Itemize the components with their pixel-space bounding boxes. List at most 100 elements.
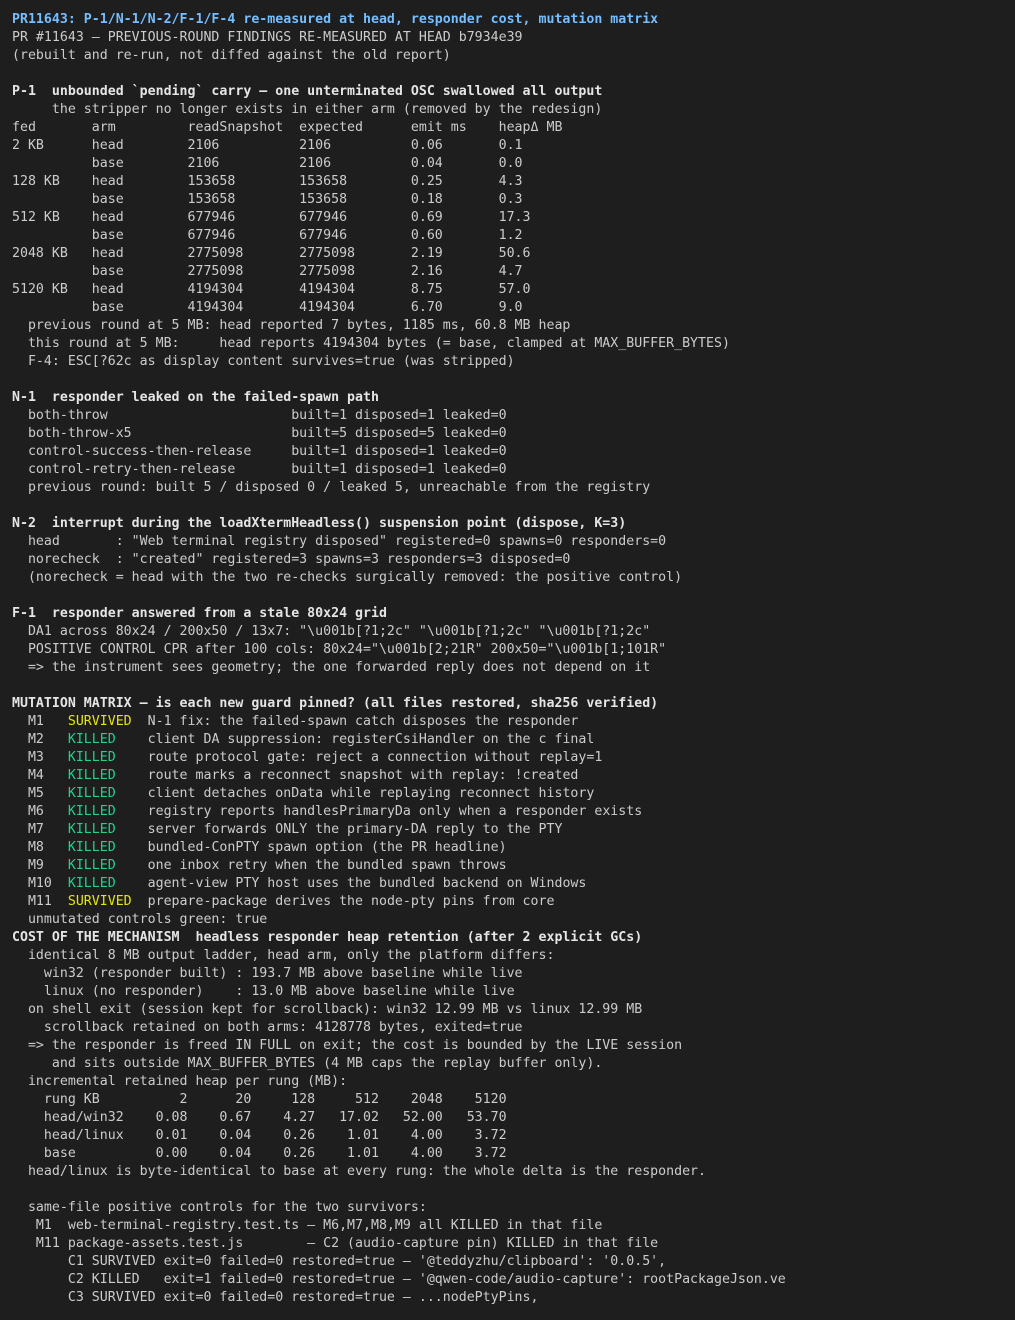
terminal-line: both-throw-x5 built=5 disposed=5 leaked=… bbox=[12, 425, 1012, 443]
terminal-line: M10 KILLED agent-view PTY host uses the … bbox=[12, 875, 1012, 893]
terminal-line: incremental retained heap per rung (MB): bbox=[12, 1073, 1012, 1091]
terminal-line: control-success-then-release built=1 dis… bbox=[12, 443, 1012, 461]
line-text: client DA suppression: registerCsiHandle… bbox=[131, 732, 595, 747]
terminal-line: M11 package-assets.test.js — C2 (audio-c… bbox=[12, 1235, 1012, 1253]
terminal-line: M4 KILLED route marks a reconnect snapsh… bbox=[12, 767, 1012, 785]
line-text: registry reports handlesPrimaryDa only w… bbox=[131, 804, 643, 819]
line-text: head : "Web terminal registry disposed" … bbox=[12, 534, 667, 549]
section-heading: COST OF THE MECHANISM headless responder… bbox=[12, 930, 643, 945]
line-text: PR #11643 — PREVIOUS-ROUND FINDINGS RE-M… bbox=[12, 30, 523, 45]
line-text: scrollback retained on both arms: 412877… bbox=[12, 1020, 523, 1035]
terminal-line: P-1 unbounded `pending` carry — one unte… bbox=[12, 83, 1012, 101]
line-text: M1 bbox=[12, 714, 68, 729]
terminal-line: previous round: built 5 / disposed 0 / l… bbox=[12, 479, 1012, 497]
status-killed: KILLED bbox=[67, 822, 132, 837]
terminal-line: M7 KILLED server forwards ONLY the prima… bbox=[12, 821, 1012, 839]
terminal-line: C1 SURVIVED exit=0 failed=0 restored=tru… bbox=[12, 1253, 1012, 1271]
line-text: identical 8 MB output ladder, head arm, … bbox=[12, 948, 555, 963]
line-text: M7 bbox=[12, 822, 68, 837]
terminal-line: M6 KILLED registry reports handlesPrimar… bbox=[12, 803, 1012, 821]
line-text: previous round: built 5 / disposed 0 / l… bbox=[12, 480, 651, 495]
section-heading: P-1 unbounded `pending` carry — one unte… bbox=[12, 84, 603, 99]
status-killed: KILLED bbox=[67, 768, 132, 783]
terminal-line: norecheck : "created" registered=3 spawn… bbox=[12, 551, 1012, 569]
section-heading: F-1 responder answered from a stale 80x2… bbox=[12, 606, 387, 621]
line-text: win32 (responder built) : 193.7 MB above… bbox=[12, 966, 523, 981]
line-text: on shell exit (session kept for scrollba… bbox=[12, 1002, 643, 1017]
line-text: prepare-package derives the node-pty pin… bbox=[131, 894, 555, 909]
line-text: M11 bbox=[12, 894, 68, 909]
line-text: 5120 KB head 4194304 4194304 8.75 57.0 bbox=[12, 282, 531, 297]
terminal-line: M3 KILLED route protocol gate: reject a … bbox=[12, 749, 1012, 767]
line-text: M8 bbox=[12, 840, 68, 855]
status-killed: KILLED bbox=[67, 750, 132, 765]
terminal-line: => the instrument sees geometry; the one… bbox=[12, 659, 1012, 677]
terminal-line: rung KB 2 20 128 512 2048 5120 bbox=[12, 1091, 1012, 1109]
terminal-line: base 2775098 2775098 2.16 4.7 bbox=[12, 263, 1012, 281]
line-text: DA1 across 80x24 / 200x50 / 13x7: "\u001… bbox=[12, 624, 651, 639]
line-text: client detaches onData while replaying r… bbox=[131, 786, 595, 801]
terminal-line: head : "Web terminal registry disposed" … bbox=[12, 533, 1012, 551]
status-killed: KILLED bbox=[67, 732, 132, 747]
status-killed: KILLED bbox=[67, 876, 132, 891]
line-text: M10 bbox=[12, 876, 68, 891]
line-text: C3 SURVIVED exit=0 failed=0 restored=tru… bbox=[12, 1290, 539, 1305]
terminal-line: base 4194304 4194304 6.70 9.0 bbox=[12, 299, 1012, 317]
line-text: rung KB 2 20 128 512 2048 5120 bbox=[12, 1092, 507, 1107]
terminal-line: this round at 5 MB: head reports 4194304… bbox=[12, 335, 1012, 353]
line-text: C1 SURVIVED exit=0 failed=0 restored=tru… bbox=[12, 1254, 667, 1269]
terminal-line: POSITIVE CONTROL CPR after 100 cols: 80x… bbox=[12, 641, 1012, 659]
terminal-line: linux (no responder) : 13.0 MB above bas… bbox=[12, 983, 1012, 1001]
terminal-line: PR11643: P-1/N-1/N-2/F-1/F-4 re-measured… bbox=[12, 11, 1012, 29]
line-text: this round at 5 MB: head reports 4194304… bbox=[12, 336, 730, 351]
terminal-line: M1 web-terminal-registry.test.ts — M6,M7… bbox=[12, 1217, 1012, 1235]
line-text: 512 KB head 677946 677946 0.69 17.3 bbox=[12, 210, 531, 225]
terminal-line: control-retry-then-release built=1 dispo… bbox=[12, 461, 1012, 479]
terminal-line: unmutated controls green: true bbox=[12, 911, 1012, 929]
line-text: M6 bbox=[12, 804, 68, 819]
terminal-line: 512 KB head 677946 677946 0.69 17.3 bbox=[12, 209, 1012, 227]
terminal-line: (rebuilt and re-run, not diffed against … bbox=[12, 47, 1012, 65]
terminal-line: M8 KILLED bundled-ConPTY spawn option (t… bbox=[12, 839, 1012, 857]
terminal-line: and sits outside MAX_BUFFER_BYTES (4 MB … bbox=[12, 1055, 1012, 1073]
line-text: both-throw-x5 built=5 disposed=5 leaked=… bbox=[12, 426, 507, 441]
line-text: and sits outside MAX_BUFFER_BYTES (4 MB … bbox=[12, 1056, 603, 1071]
terminal-line: COST OF THE MECHANISM headless responder… bbox=[12, 929, 1012, 947]
line-text: linux (no responder) : 13.0 MB above bas… bbox=[12, 984, 515, 999]
line-text: => the responder is freed IN FULL on exi… bbox=[12, 1038, 683, 1053]
line-text: base 0.00 0.04 0.26 1.01 4.00 3.72 bbox=[12, 1146, 507, 1161]
terminal-line: N-2 interrupt during the loadXtermHeadle… bbox=[12, 515, 1012, 533]
line-text: (rebuilt and re-run, not diffed against … bbox=[12, 48, 451, 63]
report-title: PR11643: P-1/N-1/N-2/F-1/F-4 re-measured… bbox=[12, 12, 659, 27]
terminal-line: both-throw built=1 disposed=1 leaked=0 bbox=[12, 407, 1012, 425]
terminal-line: M5 KILLED client detaches onData while r… bbox=[12, 785, 1012, 803]
line-text: both-throw built=1 disposed=1 leaked=0 bbox=[12, 408, 507, 423]
line-text: the stripper no longer exists in either … bbox=[12, 102, 603, 117]
terminal-output[interactable]: PR11643: P-1/N-1/N-2/F-1/F-4 re-measured… bbox=[12, 11, 1012, 1307]
line-text: same-file positive controls for the two … bbox=[12, 1200, 427, 1215]
line-text: 128 KB head 153658 153658 0.25 4.3 bbox=[12, 174, 523, 189]
terminal-line: C3 SURVIVED exit=0 failed=0 restored=tru… bbox=[12, 1289, 1012, 1307]
line-text: F-4: ESC[?62c as display content survive… bbox=[12, 354, 515, 369]
line-text: POSITIVE CONTROL CPR after 100 cols: 80x… bbox=[12, 642, 667, 657]
line-text: M5 bbox=[12, 786, 68, 801]
terminal-line: head/linux 0.01 0.04 0.26 1.01 4.00 3.72 bbox=[12, 1127, 1012, 1145]
line-text: C2 KILLED exit=1 failed=0 restored=true … bbox=[12, 1272, 786, 1287]
line-text: previous round at 5 MB: head reported 7 … bbox=[12, 318, 571, 333]
line-text: control-retry-then-release built=1 dispo… bbox=[12, 462, 507, 477]
terminal-line: head/win32 0.08 0.67 4.27 17.02 52.00 53… bbox=[12, 1109, 1012, 1127]
line-text: base 2775098 2775098 2.16 4.7 bbox=[12, 264, 523, 279]
line-text: route protocol gate: reject a connection… bbox=[131, 750, 603, 765]
status-killed: KILLED bbox=[67, 858, 132, 873]
line-text: N-1 fix: the failed-spawn catch disposes… bbox=[131, 714, 579, 729]
line-text: agent-view PTY host uses the bundled bac… bbox=[131, 876, 587, 891]
terminal-line: the stripper no longer exists in either … bbox=[12, 101, 1012, 119]
terminal-line: M1 SURVIVED N-1 fix: the failed-spawn ca… bbox=[12, 713, 1012, 731]
line-text: base 677946 677946 0.60 1.2 bbox=[12, 228, 523, 243]
line-text: unmutated controls green: true bbox=[12, 912, 268, 927]
